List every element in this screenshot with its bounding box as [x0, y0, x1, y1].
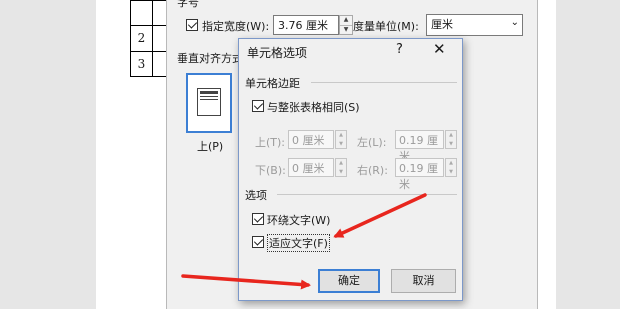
annotation-arrows	[181, 193, 427, 290]
arrow-to-fit-text	[333, 193, 427, 238]
arrow-to-ok-button	[181, 274, 311, 290]
